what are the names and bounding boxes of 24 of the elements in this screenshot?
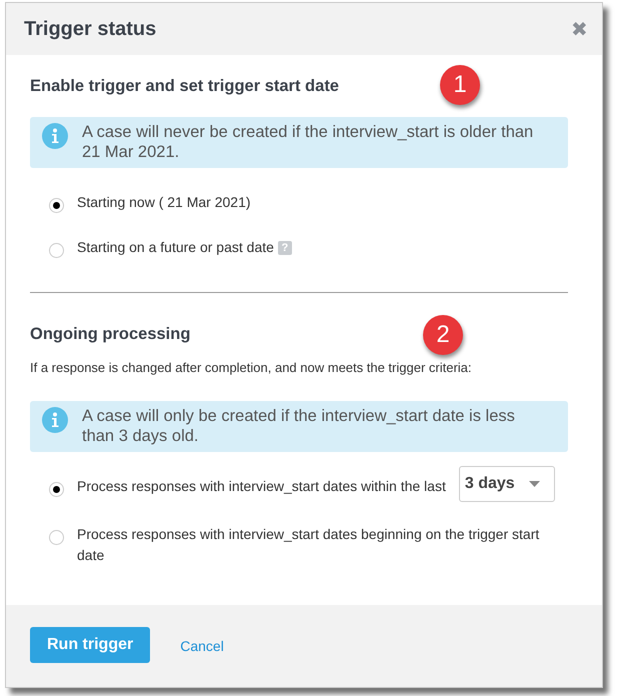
option-label: Starting on a future or past date ? <box>77 237 292 258</box>
option-label: Process responses with interview_start dates within the last <box>77 477 446 496</box>
info-icon <box>42 407 68 433</box>
cancel-link[interactable]: Cancel <box>180 638 224 654</box>
help-icon[interactable]: ? <box>278 241 292 256</box>
section-heading: Ongoing processing <box>30 325 190 344</box>
close-button[interactable]: ✖ <box>571 16 588 42</box>
radio-button[interactable] <box>49 198 64 213</box>
option-label: Starting now ( 21 Mar 2021) <box>77 193 251 212</box>
step-marker: 2 <box>423 315 463 355</box>
radio-button[interactable] <box>49 482 64 497</box>
section-intro: If a response is changed after completion, and now meets the trigger criteria: <box>30 360 473 375</box>
run-trigger-button[interactable]: Run trigger <box>30 626 150 662</box>
info-text: A case will never be created if the interview_start is older than 21 Mar 2021. <box>82 122 534 162</box>
caret-icon <box>528 481 540 487</box>
radio-button[interactable] <box>49 530 64 545</box>
section-heading: Enable trigger and set trigger start date <box>30 77 339 96</box>
dialog-title: Trigger status <box>24 18 156 40</box>
step-marker: 1 <box>440 65 480 105</box>
radio-button[interactable] <box>49 243 64 258</box>
option-label: Process responses with interview_start dates beginning on the trigger start date <box>77 525 540 565</box>
info-icon <box>42 123 68 149</box>
days-dropdown[interactable]: 3 days <box>458 466 555 502</box>
info-text: A case will only be created if the interview_start date is less than 3 days old. <box>82 406 516 446</box>
